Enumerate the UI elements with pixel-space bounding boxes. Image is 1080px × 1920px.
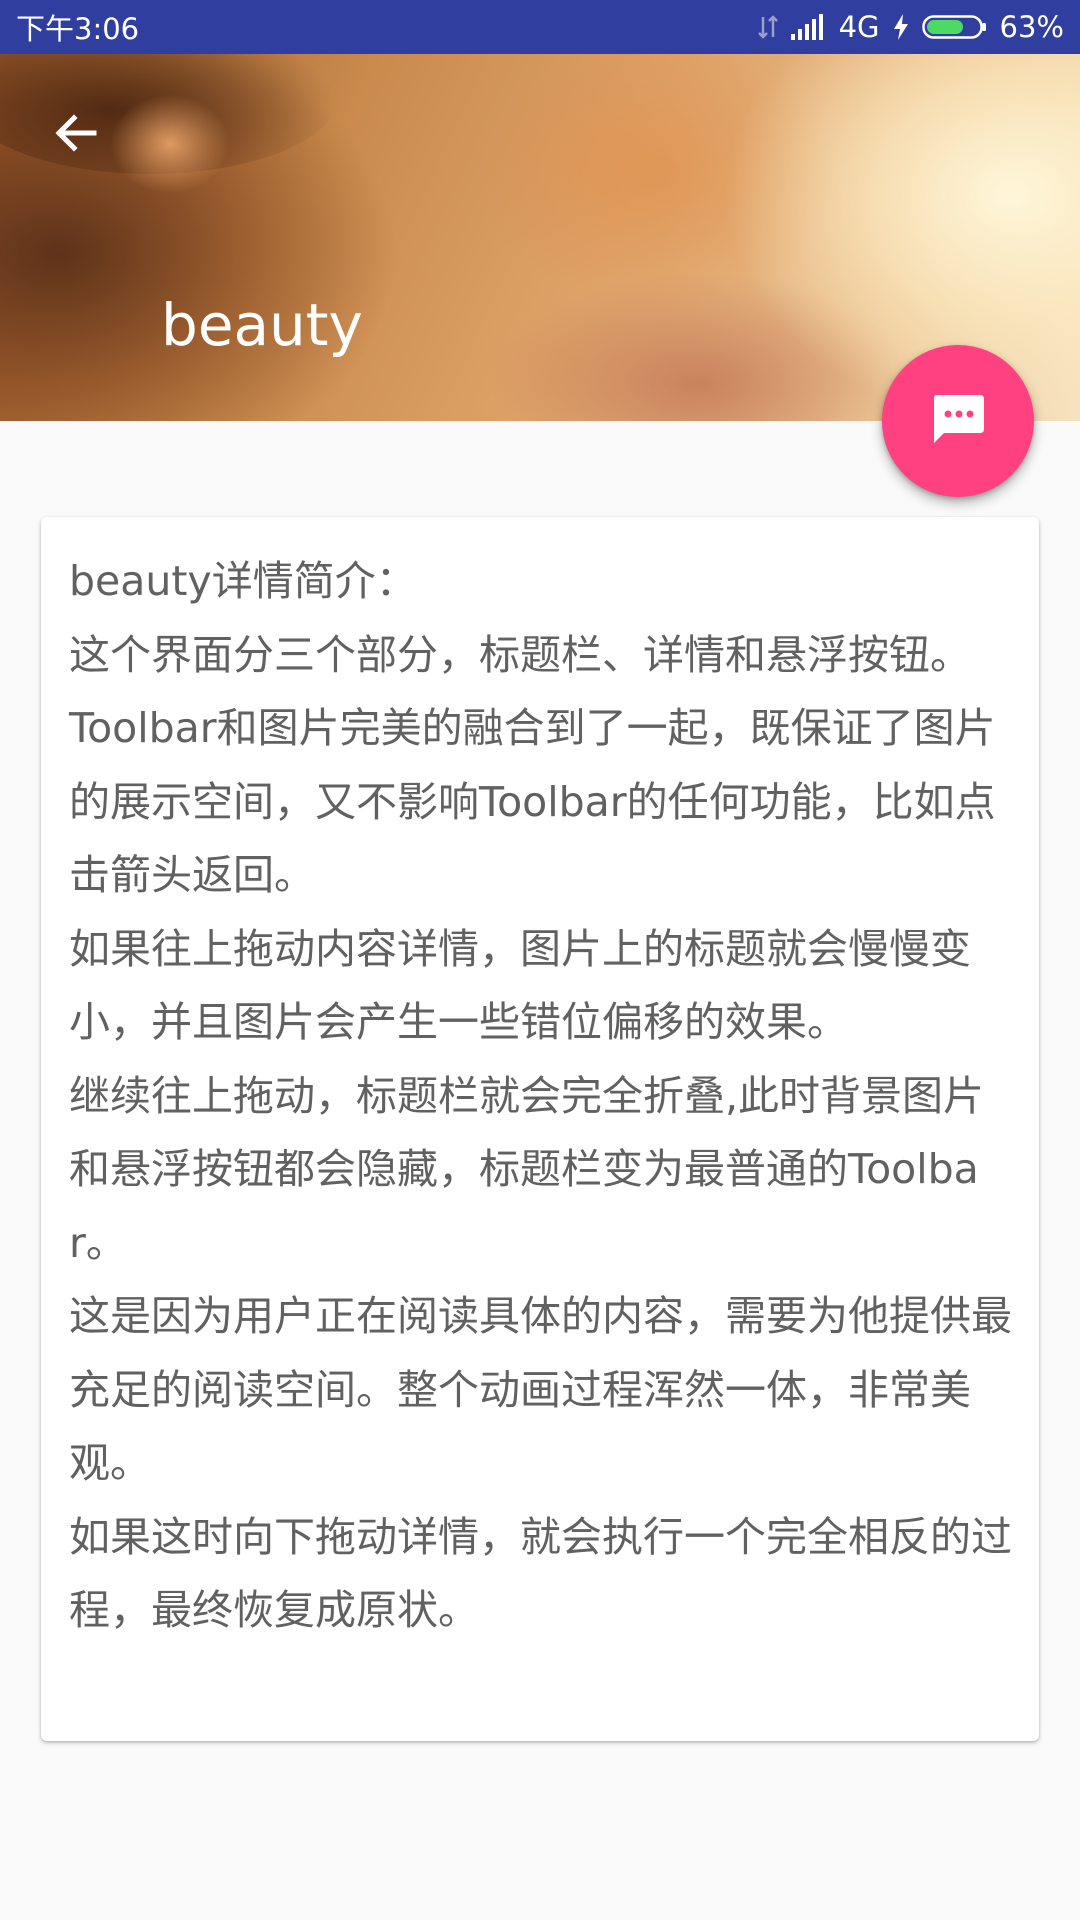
charging-icon [892,13,910,41]
status-icons: 4G 63% [757,10,1064,44]
signal-icon [790,14,827,40]
detail-paragraph: 如果这时向下拖动详情，就会执行一个完全相反的过程，最终恢复成原状。 [69,1512,1012,1635]
detail-paragraph: 这是因为用户正在阅读具体的内容，需要为他提供最充足的阅读空间。整个动画过程浑然一… [69,1292,1012,1487]
detail-paragraph: Toolbar和图片完美的融合到了一起，既保证了图片的展示空间，又不影响Tool… [69,704,996,899]
detail-paragraph: 这个界面分三个部分，标题栏、详情和悬浮按钮。 [69,630,971,679]
network-type: 4G [838,10,880,44]
battery-level: 63% [999,10,1064,44]
data-transfer-icon [757,13,779,41]
detail-text: beauty详情简介： 这个界面分三个部分，标题栏、详情和悬浮按钮。 Toolb… [69,545,1013,1648]
detail-paragraph: 继续往上拖动，标题栏就会完全折叠,此时背景图片和悬浮按钮都会隐藏，标题栏变为最普… [69,1071,985,1267]
chat-message-icon [928,389,988,453]
toolbar-title: beauty [161,291,363,359]
detail-paragraph: 如果往上拖动内容详情，图片上的标题就会慢慢变小，并且图片会产生一些错位偏移的效果… [69,924,971,1047]
status-time: 下午3:06 [16,12,140,46]
arrow-back-icon [52,109,100,161]
detail-paragraph: beauty详情简介： [69,557,417,605]
back-button[interactable] [44,103,108,167]
detail-card: beauty详情简介： 这个界面分三个部分，标题栏、详情和悬浮按钮。 Toolb… [41,517,1039,1741]
battery-icon [921,13,988,41]
status-bar: 下午3:06 4G 63% [0,0,1080,54]
chat-fab-button[interactable] [882,345,1034,497]
header-image-ear-shade [110,94,230,194]
